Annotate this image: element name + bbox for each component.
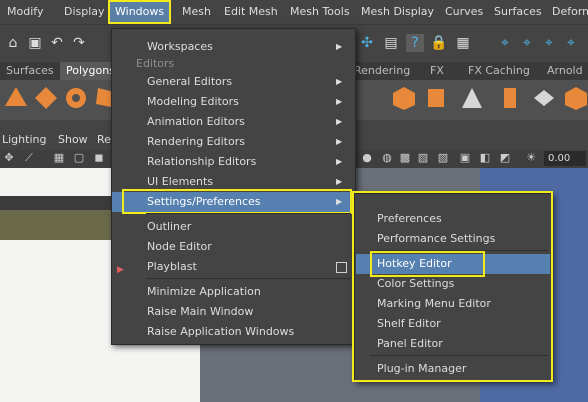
menu-item-raise-main-window[interactable]: Raise Main Window [112,302,353,322]
playblast-icon: ▶ [117,265,124,275]
poly-diamond-icon[interactable] [32,84,60,112]
menu-item-playblast[interactable]: ▶ Playblast [112,257,353,277]
render-frame-icon[interactable]: ▤ [382,34,400,52]
menu-item-workspaces[interactable]: Workspaces ▶ [112,37,353,57]
shelf-tab-fx-caching[interactable]: FX Caching [462,62,536,80]
help-icon[interactable]: ? [406,34,424,52]
xray-icon[interactable]: ◍ [380,151,394,165]
menu-mesh-display[interactable]: Mesh Display [354,0,441,24]
paint-select-icon[interactable]: ⌖ [518,34,536,52]
shelf-tab-fx[interactable]: FX [424,62,450,80]
soft-select-icon[interactable]: ⌖ [540,34,558,52]
wireframe-icon[interactable]: ▩ [398,151,412,165]
submenu-arrow-icon: ▶ [336,77,343,86]
menu-item-relationship-editors[interactable]: Relationship Editors ▶ [112,152,353,172]
panel-menu-show[interactable]: Show [58,130,88,150]
menu-item-animation-editors[interactable]: Animation Editors ▶ [112,112,353,132]
menu-mesh-tools[interactable]: Mesh Tools [283,0,357,24]
poly-cone-icon[interactable] [2,84,30,112]
resolution-gate-icon[interactable]: ◼ [92,151,106,165]
menu-windows[interactable]: Windows [108,0,172,24]
snap-icon[interactable]: ✣ [358,34,376,52]
menu-item-node-editor[interactable]: Node Editor [112,237,353,257]
shelf-tab-surfaces[interactable]: Surfaces [0,62,60,80]
submenu-item-preferences[interactable]: Preferences [356,209,550,229]
textures-icon[interactable]: ◧ [478,151,492,165]
submenu-arrow-icon: ▶ [336,42,343,51]
ambient-icon[interactable]: ◩ [498,151,512,165]
menu-surfaces[interactable]: Surfaces [487,0,549,24]
exposure-icon[interactable]: ☀ [524,151,538,165]
poly-cube-icon[interactable] [390,84,418,112]
poly-extrude-icon[interactable] [496,84,524,112]
poly-split-icon[interactable] [458,84,486,112]
poly-bridge-icon[interactable] [530,84,558,112]
menu-item-outliner[interactable]: Outliner [112,217,353,237]
submenu-arrow-icon: ▶ [336,157,343,166]
redo-icon[interactable]: ↷ [70,34,88,52]
submenu-item-plugin-manager[interactable]: Plug-in Manager [356,359,550,379]
poly-torus-icon[interactable] [62,84,90,112]
submenu-item-performance-settings[interactable]: Performance Settings [356,229,550,249]
menu-mesh[interactable]: Mesh [175,0,218,24]
display-icon[interactable]: ▦ [454,34,472,52]
main-menu-bar: Modify Display Windows Mesh Edit Mesh Me… [0,0,588,24]
lights-icon[interactable]: ▧ [436,151,450,165]
menu-item-rendering-editors[interactable]: Rendering Editors ▶ [112,132,353,152]
submenu-item-marking-menu-editor[interactable]: Marking Menu Editor [356,294,550,314]
lasso-select-icon[interactable]: ⌖ [496,34,514,52]
menu-item-raise-application-windows[interactable]: Raise Application Windows [112,322,353,342]
menu-item-general-editors[interactable]: General Editors ▶ [112,72,353,92]
shelf-tab-rendering[interactable]: Rendering [348,62,416,80]
submenu-item-shelf-editor[interactable]: Shelf Editor [356,314,550,334]
menu-deform[interactable]: Deform [545,0,588,24]
select-camera-icon[interactable]: ⟋ [22,151,36,165]
menu-separator [146,213,351,214]
menu-curves[interactable]: Curves [438,0,490,24]
exposure-value-field[interactable]: 0.00 [544,151,586,166]
lock-icon[interactable]: 🔒 [430,34,448,52]
film-gate-icon[interactable]: ▢ [72,151,86,165]
section-header-editors: Editors [136,57,175,70]
grid-icon[interactable]: ▦ [52,151,66,165]
menu-item-modeling-editors[interactable]: Modeling Editors ▶ [112,92,353,112]
isolate-icon[interactable]: ● [360,151,374,165]
viewport-object-wall [0,210,115,240]
submenu-item-panel-editor[interactable]: Panel Editor [356,334,550,354]
menu-modify[interactable]: Modify [0,0,50,24]
panel-menu-lighting[interactable]: Lighting [2,130,46,150]
menu-separator [370,355,548,356]
camera-attr-icon[interactable]: ✥ [2,151,16,165]
menu-edit-mesh[interactable]: Edit Mesh [217,0,285,24]
save-scene-icon[interactable]: ▣ [26,34,44,52]
viewport-object-dark [0,196,115,210]
playblast-options-box[interactable] [336,262,347,273]
open-scene-icon[interactable]: ⌂ [4,34,22,52]
submenu-item-color-settings[interactable]: Color Settings [356,274,550,294]
undo-icon[interactable]: ↶ [48,34,66,52]
menu-item-minimize-application[interactable]: Minimize Application [112,282,353,302]
submenu-arrow-icon: ▶ [336,97,343,106]
callout-settings-preferences [122,189,352,214]
submenu-arrow-icon: ▶ [336,137,343,146]
shadows-icon[interactable]: ▣ [458,151,472,165]
menu-separator [146,278,351,279]
poly-bevel-icon[interactable] [562,84,588,112]
menu-display[interactable]: Display [57,0,112,24]
panel-menu-renderer[interactable]: Re [97,130,111,150]
shelf-tab-arnold[interactable]: Arnold [541,62,588,80]
shaded-icon[interactable]: ▨ [416,151,430,165]
symmetry-icon[interactable]: ⌖ [562,34,580,52]
submenu-arrow-icon: ▶ [336,117,343,126]
poly-cylinder-icon[interactable] [422,84,450,112]
